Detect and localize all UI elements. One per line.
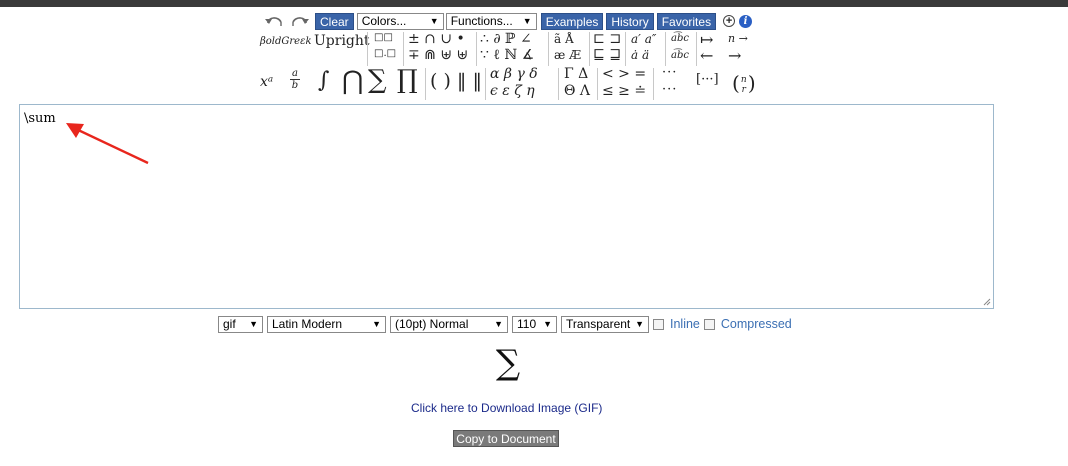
box-template-top[interactable]: □□ (374, 32, 393, 43)
divider (558, 68, 559, 100)
subsets-top[interactable]: ⊏ ⊐ (593, 31, 621, 47)
dpi-select[interactable]: 110 ▼ (512, 315, 557, 333)
greek-lower-bottom[interactable]: ϵ ε ζ η (490, 83, 535, 99)
wide-accent-top[interactable]: a͡bc (671, 33, 689, 44)
operators-top[interactable]: ± ∩ ∪ • (408, 31, 465, 47)
colors-select[interactable]: Colors... ▼ (356, 12, 444, 30)
divider (425, 68, 426, 100)
superscript-button[interactable]: xᵃ (260, 74, 273, 90)
format-value: gif (223, 316, 236, 331)
divider (548, 32, 549, 66)
fraction-button[interactable]: a b (290, 68, 300, 91)
greek-upper-bottom[interactable]: Θ Λ (564, 83, 590, 99)
dpi-value: 110 (517, 316, 537, 331)
functions-select-label: Functions... (450, 13, 513, 28)
divider (589, 32, 590, 66)
render-options: gif ▼ Latin Modern ▼ (10pt) Normal ▼ 110… (218, 315, 795, 333)
bigcap-button[interactable]: ⋂ (342, 66, 363, 96)
divider (485, 68, 486, 100)
favorites-button[interactable]: Favorites (656, 12, 717, 30)
plus-icon[interactable]: + (723, 15, 736, 27)
font-value: Latin Modern (272, 316, 343, 331)
size-value: (10pt) Normal (395, 316, 469, 331)
relations-bottom[interactable]: ∵ ℓ ℕ ∡ (480, 47, 534, 64)
wide-accent-bottom[interactable]: a͡bc (671, 50, 689, 61)
binomial-button[interactable]: (n r) (732, 68, 756, 98)
copy-to-document-button[interactable]: Copy to Document (453, 430, 559, 447)
font-select[interactable]: Latin Modern ▼ (267, 315, 386, 333)
accents-bottom[interactable]: æ Æ (554, 48, 581, 62)
chevron-down-icon: ▼ (372, 318, 381, 329)
accents-top[interactable]: ã Å (554, 32, 574, 46)
chevron-down-icon: ▼ (249, 318, 258, 329)
chevron-down-icon: ▼ (543, 318, 552, 329)
divider (476, 32, 477, 66)
operators-bottom[interactable]: ∓ ⋒ ⊎ ⊎ (408, 47, 468, 63)
left-arrow[interactable]: ← (700, 46, 713, 65)
background-select[interactable]: Transparent ▼ (561, 315, 649, 333)
compressed-label: Compressed (720, 317, 792, 331)
relations-top[interactable]: ∴ ∂ ℙ ∠ (480, 31, 532, 47)
binomial-bottom: r (741, 84, 746, 95)
divider (665, 32, 666, 66)
matrix-button[interactable]: [···] (696, 72, 719, 87)
divider (597, 68, 598, 100)
divider (367, 32, 368, 66)
greek-upper-top[interactable]: Γ Δ (564, 66, 588, 82)
bold-greek-button[interactable]: βoldGreεk (260, 36, 312, 47)
fraction-denominator: b (291, 80, 299, 91)
dots-top[interactable]: ··· (662, 65, 677, 80)
divider (653, 68, 654, 100)
resize-grip-icon[interactable] (983, 298, 991, 306)
size-select[interactable]: (10pt) Normal ▼ (390, 315, 508, 333)
history-button[interactable]: History (606, 12, 654, 30)
delimiters-button[interactable]: ( ) ‖ ‖ (430, 70, 482, 92)
inline-checkbox[interactable] (653, 318, 664, 330)
examples-button[interactable]: Examples (540, 12, 604, 30)
n-arrow[interactable]: n → (728, 32, 748, 45)
subsets-bottom[interactable]: ⊑ ⊒ (593, 47, 621, 63)
chevron-down-icon: ▼ (635, 318, 644, 329)
box-template-bottom[interactable]: □.□ (374, 48, 396, 59)
primes-bottom[interactable]: ȧ ä (631, 48, 649, 62)
binomial-top: n (740, 74, 747, 85)
divider (696, 32, 697, 66)
top-bar (0, 0, 1068, 7)
latex-editor[interactable]: \sum (19, 104, 994, 309)
integral-button[interactable]: ∫ (318, 68, 329, 93)
undo-icon[interactable] (263, 12, 285, 30)
right-arrow[interactable]: → (728, 46, 741, 65)
chevron-down-icon: ▼ (429, 15, 439, 26)
functions-select[interactable]: Functions... ▼ (445, 12, 537, 30)
prod-button[interactable]: ∏ (397, 65, 418, 95)
colors-select-label: Colors... (361, 13, 407, 28)
inequalities-top[interactable]: < > = (602, 66, 646, 82)
editor-content[interactable]: \sum (24, 111, 56, 126)
main-toolbar: Clear Colors... ▼ Functions... ▼ Example… (263, 11, 753, 31)
inequalities-bottom[interactable]: ≤ ≥ ≐ (602, 83, 646, 99)
divider (625, 32, 626, 66)
format-select[interactable]: gif ▼ (218, 315, 263, 333)
upright-button[interactable]: Upright (314, 33, 370, 49)
fraction-numerator: a (292, 68, 298, 79)
chevron-down-icon: ▼ (494, 318, 503, 329)
clear-button[interactable]: Clear (315, 12, 354, 30)
symbol-palette: βoldGreεk Upright □□ □.□ ± ∩ ∪ • ∓ ⋒ ⊎ ⊎… (258, 30, 758, 102)
chevron-down-icon: ▼ (522, 15, 532, 26)
info-icon[interactable]: i (739, 14, 753, 28)
rendered-preview: ∑ (495, 343, 521, 383)
dots-bottom[interactable]: ··· (662, 82, 677, 97)
divider (403, 32, 404, 66)
sum-button[interactable]: ∑ (368, 65, 387, 95)
compressed-checkbox[interactable] (703, 318, 715, 330)
annotation-arrow-icon (66, 123, 149, 165)
background-value: Transparent (566, 316, 631, 331)
download-image-link[interactable]: Click here to Download Image (GIF) (411, 401, 602, 415)
redo-icon[interactable] (289, 12, 311, 30)
primes-top[interactable]: a′ a″ (631, 32, 656, 46)
greek-lower-top[interactable]: α β γ δ (490, 66, 538, 82)
inline-label: Inline (670, 317, 700, 331)
